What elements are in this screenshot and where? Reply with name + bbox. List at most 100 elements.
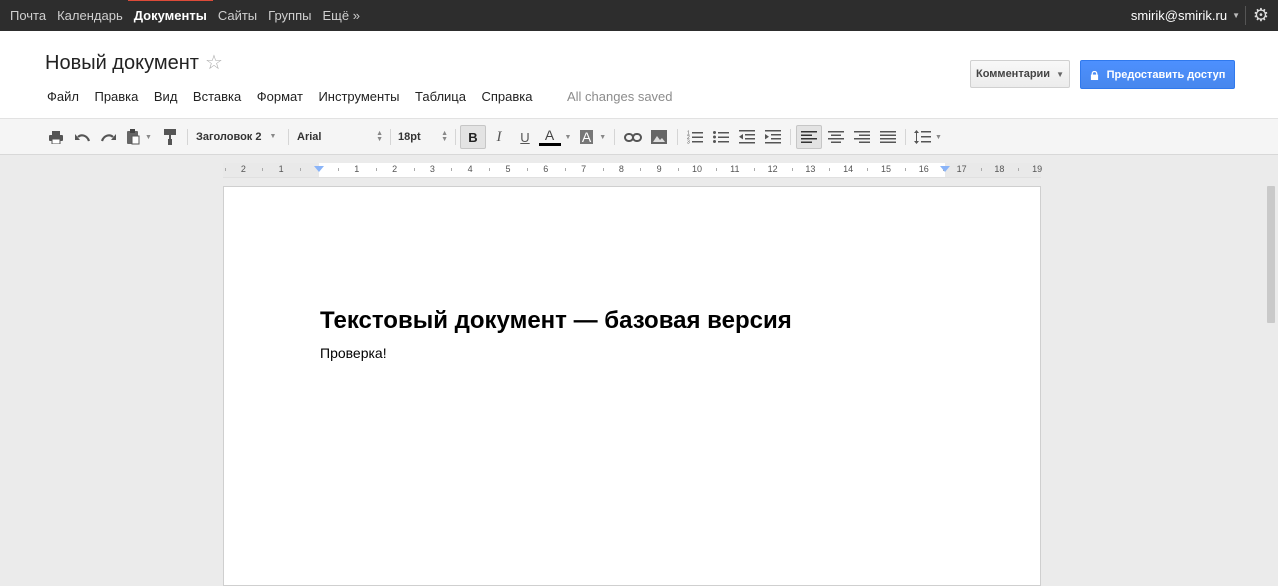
menu-bar: Файл Правка Вид Вставка Формат Инструмен… (47, 89, 548, 104)
font-size-dropdown[interactable]: 18pt ▲ ▼ (398, 126, 448, 148)
ruler-label: 12 (767, 164, 778, 174)
document-body-text[interactable]: Проверка! (320, 345, 387, 361)
ruler-tick (224, 168, 226, 171)
nav-calendar[interactable]: Календарь (57, 8, 123, 23)
menu-table[interactable]: Таблица (415, 89, 466, 104)
ruler-tick (526, 168, 528, 171)
nav-documents[interactable]: Документы (127, 0, 213, 23)
chevron-down-icon: ▼ (1232, 11, 1240, 20)
chevron-down-icon: ▼ (1056, 69, 1064, 79)
ruler-tick (602, 168, 604, 171)
document-heading[interactable]: Текстовый документ — базовая версия (320, 307, 792, 335)
ruler-tick (980, 168, 982, 171)
image-icon[interactable] (649, 126, 669, 148)
ruler-tick (564, 168, 566, 171)
font-size-value: 18pt (398, 131, 421, 143)
ruler-tick (640, 168, 642, 171)
paragraph-style-value: Заголовок 2 (196, 131, 262, 143)
menu-edit[interactable]: Правка (94, 89, 138, 104)
ruler-label: 1 (278, 164, 284, 174)
vertical-scrollbar[interactable] (1266, 186, 1276, 578)
text-color-swatch (538, 142, 561, 146)
updown-arrows-icon: ▲ ▼ (441, 130, 448, 143)
ruler-label: 9 (656, 164, 662, 174)
link-icon[interactable] (622, 126, 644, 148)
font-dropdown[interactable]: Arial ▲ ▼ (297, 126, 383, 148)
italic-button[interactable]: I (489, 126, 509, 148)
lock-icon (1090, 71, 1098, 80)
ruler-label: 2 (392, 164, 398, 174)
ruler-label: 14 (843, 164, 854, 174)
divider (187, 129, 188, 145)
menu-insert[interactable]: Вставка (193, 89, 241, 104)
account-email: smirik@smirik.ru (1130, 8, 1228, 23)
redo-icon[interactable] (98, 126, 118, 148)
divider (390, 129, 391, 145)
share-button[interactable]: Предоставить доступ (1080, 60, 1235, 89)
text-color-button[interactable]: A ▼ (538, 126, 572, 148)
app-nav: Почта Календарь Документы Сайты Группы Е… (10, 0, 371, 31)
paint-format-icon[interactable] (160, 126, 180, 148)
align-center-icon[interactable] (826, 126, 846, 148)
print-icon[interactable] (46, 126, 66, 148)
nav-sites[interactable]: Сайты (218, 8, 257, 23)
scrollbar-thumb[interactable] (1267, 186, 1275, 323)
nav-more[interactable]: Ещё » (322, 8, 359, 23)
chevron-down-icon: ▼ (564, 133, 572, 141)
ruler-label: 11 (730, 164, 740, 174)
document-page[interactable]: Текстовый документ — базовая версия Пров… (223, 186, 1041, 586)
numbered-list-icon[interactable]: 123 (685, 126, 705, 148)
paragraph-style-dropdown[interactable]: Заголовок 2 ▼ (196, 126, 280, 148)
divider (905, 129, 906, 145)
right-indent-marker-icon[interactable] (940, 166, 950, 172)
divider (455, 129, 456, 145)
menu-file[interactable]: Файл (47, 89, 79, 104)
updown-arrows-icon: ▲ ▼ (376, 130, 383, 143)
ruler-label: 10 (691, 164, 702, 174)
ruler-tick (337, 168, 339, 171)
undo-icon[interactable] (72, 126, 92, 148)
paste-icon[interactable]: ▼ (123, 126, 155, 148)
ruler-tick (375, 168, 377, 171)
ruler-label: 7 (581, 164, 587, 174)
ruler-tick (867, 168, 869, 171)
gear-icon[interactable]: ⚙ (1252, 6, 1270, 24)
comments-button[interactable]: Комментарии ▼ (970, 60, 1070, 88)
justify-icon[interactable] (878, 126, 898, 148)
divider (677, 129, 678, 145)
underline-button[interactable]: U (515, 126, 535, 148)
google-bar: Почта Календарь Документы Сайты Группы Е… (0, 0, 1278, 31)
line-spacing-icon[interactable]: ▼ (912, 126, 944, 148)
star-icon[interactable]: ☆ (205, 50, 223, 75)
comments-label: Комментарии (976, 68, 1051, 80)
menu-view[interactable]: Вид (154, 89, 178, 104)
highlight-color-button[interactable]: A ▼ (577, 126, 609, 148)
ruler-label: 16 (918, 164, 929, 174)
decrease-indent-icon[interactable] (737, 126, 757, 148)
svg-text:3: 3 (687, 140, 690, 145)
ruler-label: 18 (994, 164, 1005, 174)
document-title[interactable]: Новый документ (45, 52, 199, 75)
menu-help[interactable]: Справка (481, 89, 532, 104)
nav-groups[interactable]: Группы (268, 8, 311, 23)
ruler-tick (753, 168, 755, 171)
bulleted-list-icon[interactable] (711, 126, 731, 148)
align-right-icon[interactable] (852, 126, 872, 148)
ruler-label: 13 (805, 164, 816, 174)
chevron-down-icon: ▼ (935, 133, 942, 141)
divider (790, 129, 791, 145)
divider (614, 129, 615, 145)
increase-indent-icon[interactable] (763, 126, 783, 148)
bold-button[interactable]: B (460, 125, 486, 149)
ruler-tick (715, 168, 717, 171)
horizontal-ruler[interactable]: 2 1 1 2 3 4 5 6 7 8 9 10 11 12 13 14 15 16 17 18 19 (223, 163, 1042, 178)
menu-tools[interactable]: Инструменты (318, 89, 399, 104)
align-left-icon[interactable] (796, 125, 822, 149)
menu-format[interactable]: Формат (257, 89, 303, 104)
left-indent-marker-icon[interactable] (314, 166, 324, 172)
ruler-tick (678, 168, 680, 171)
ruler-label: 17 (956, 164, 967, 174)
account-menu[interactable]: smirik@smirik.ru ▼ (1131, 0, 1240, 31)
ruler-label: 15 (880, 164, 891, 174)
nav-mail[interactable]: Почта (10, 8, 46, 23)
